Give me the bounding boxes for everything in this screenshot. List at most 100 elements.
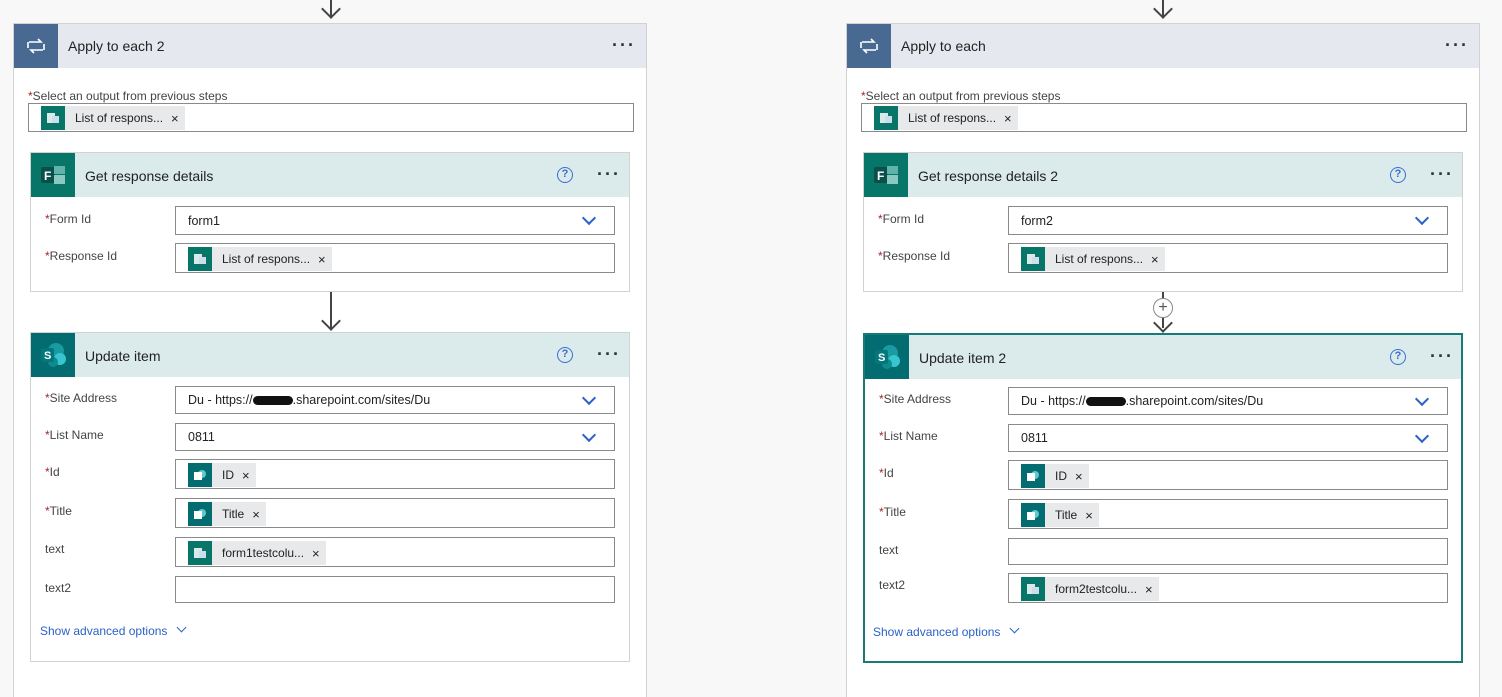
redacted-mark: [1085, 397, 1126, 407]
remove-token-icon[interactable]: ×: [1145, 582, 1159, 597]
list-name-dropdown[interactable]: 0811: [1008, 424, 1448, 452]
more-options-icon[interactable]: ···: [1430, 165, 1454, 183]
forms-icon: [188, 247, 212, 271]
text-label: text: [45, 542, 65, 556]
forms-icon: [874, 106, 898, 130]
help-icon[interactable]: ?: [557, 167, 573, 183]
get-response-details-2-card: F Get response details 2 ? ··· *Form Id …: [863, 152, 1463, 292]
help-icon[interactable]: ?: [1390, 167, 1406, 183]
forms-icon: [41, 106, 65, 130]
remove-token-icon[interactable]: ×: [252, 507, 266, 522]
text-field[interactable]: form1testcolu... ×: [175, 537, 615, 567]
chevron-down-icon: [581, 427, 597, 443]
svg-text:F: F: [877, 169, 884, 183]
dynamic-token[interactable]: Title ×: [188, 502, 266, 526]
site-address-label: *Site Address: [879, 392, 952, 406]
dynamic-token[interactable]: List of respons... ×: [874, 106, 1018, 130]
apply-to-each-container: Apply to each ··· *Select an output from…: [846, 23, 1480, 697]
forms-icon: [1021, 577, 1045, 601]
apply-to-each-header[interactable]: Apply to each ···: [847, 24, 1479, 68]
title-field[interactable]: Title ×: [175, 498, 615, 528]
dynamic-token[interactable]: form2testcolu... ×: [1021, 577, 1159, 601]
id-field[interactable]: ID ×: [175, 459, 615, 489]
response-id-label: *Response Id: [45, 249, 118, 263]
remove-token-icon[interactable]: ×: [1085, 508, 1099, 523]
text2-label: text2: [45, 581, 72, 595]
sharepoint-icon: S: [31, 333, 75, 377]
arrow-down-icon: [321, 0, 341, 19]
card-header[interactable]: S Update item ? ···: [31, 333, 629, 377]
show-advanced-options-link[interactable]: Show advanced options: [40, 624, 167, 638]
site-address-dropdown[interactable]: Du - https://.sharepoint.com/sites/Du: [1008, 387, 1448, 415]
update-item-2-card: S Update item 2 ? ··· *Site Address Du -…: [863, 333, 1463, 663]
svg-text:S: S: [878, 352, 885, 364]
dynamic-token[interactable]: ID ×: [188, 463, 256, 487]
apply-to-each-2-header[interactable]: Apply to each 2 ···: [14, 24, 646, 68]
chevron-down-icon: [176, 622, 187, 633]
help-icon[interactable]: ?: [557, 347, 573, 363]
select-output-field[interactable]: List of respons... ×: [861, 103, 1467, 132]
title-label: *Title: [45, 504, 72, 518]
title-field[interactable]: Title ×: [1008, 499, 1448, 529]
site-address-dropdown[interactable]: Du - https://.sharepoint.com/sites/Du: [175, 386, 615, 414]
more-options-icon[interactable]: ···: [597, 165, 621, 183]
svg-text:S: S: [44, 350, 51, 362]
dynamic-token[interactable]: List of respons... ×: [1021, 247, 1165, 271]
list-name-dropdown[interactable]: 0811: [175, 423, 615, 451]
text-field[interactable]: [1008, 538, 1448, 565]
more-options-icon[interactable]: ···: [1430, 347, 1454, 365]
forms-icon: F: [864, 153, 908, 197]
list-name-label: *List Name: [45, 428, 104, 442]
text-label: text: [879, 543, 899, 557]
dynamic-token[interactable]: List of respons... ×: [188, 247, 332, 271]
text2-label: text2: [879, 578, 906, 592]
response-id-label: *Response Id: [878, 249, 951, 263]
select-output-field[interactable]: List of respons... ×: [28, 103, 634, 132]
text2-field[interactable]: [175, 576, 615, 603]
form-id-dropdown[interactable]: form2: [1008, 206, 1448, 235]
remove-token-icon[interactable]: ×: [318, 252, 332, 267]
response-id-field[interactable]: List of respons... ×: [175, 243, 615, 273]
remove-token-icon[interactable]: ×: [1151, 252, 1165, 267]
card-header[interactable]: F Get response details 2 ? ···: [864, 153, 1462, 197]
apply-to-each-2-container: Apply to each 2 ··· *Select an output fr…: [13, 23, 647, 697]
show-advanced-options-link[interactable]: Show advanced options: [873, 625, 1000, 639]
remove-token-icon[interactable]: ×: [242, 468, 256, 483]
remove-token-icon[interactable]: ×: [1004, 111, 1018, 126]
select-output-label: *Select an output from previous steps: [28, 89, 228, 103]
dynamic-token[interactable]: Title ×: [1021, 503, 1099, 527]
select-output-label: *Select an output from previous steps: [861, 89, 1061, 103]
arrow-down-icon: [1153, 0, 1173, 19]
dynamic-token[interactable]: List of respons... ×: [41, 106, 185, 130]
help-icon[interactable]: ?: [1390, 349, 1406, 365]
redacted-mark: [252, 396, 293, 406]
remove-token-icon[interactable]: ×: [1075, 469, 1089, 484]
chevron-down-icon: [581, 390, 597, 406]
more-options-icon[interactable]: ···: [1445, 36, 1469, 54]
remove-token-icon[interactable]: ×: [312, 546, 326, 561]
id-label: *Id: [879, 466, 894, 480]
title-label: *Title: [879, 505, 906, 519]
more-options-icon[interactable]: ···: [612, 36, 636, 54]
remove-token-icon[interactable]: ×: [171, 111, 185, 126]
arrow-down-icon: [321, 311, 341, 331]
card-header[interactable]: F Get response details ? ···: [31, 153, 629, 197]
response-id-field[interactable]: List of respons... ×: [1008, 243, 1448, 273]
card-header[interactable]: S Update item 2 ? ···: [865, 335, 1461, 379]
more-options-icon[interactable]: ···: [597, 345, 621, 363]
form-id-label: *Form Id: [45, 212, 92, 226]
dynamic-token[interactable]: ID ×: [1021, 464, 1089, 488]
arrow-down-icon: [1153, 313, 1173, 333]
text2-field[interactable]: form2testcolu... ×: [1008, 573, 1448, 603]
id-field[interactable]: ID ×: [1008, 460, 1448, 490]
forms-icon: [1021, 247, 1045, 271]
loop-icon: [847, 24, 891, 68]
site-address-label: *Site Address: [45, 391, 118, 405]
card-title: Update item: [85, 348, 161, 364]
list-name-label: *List Name: [879, 429, 938, 443]
dynamic-token[interactable]: form1testcolu... ×: [188, 541, 326, 565]
forms-icon: F: [31, 153, 75, 197]
update-item-card: S Update item ? ··· *Site Address Du - h…: [30, 332, 630, 662]
sharepoint-icon: [1021, 503, 1045, 527]
form-id-dropdown[interactable]: form1: [175, 206, 615, 235]
